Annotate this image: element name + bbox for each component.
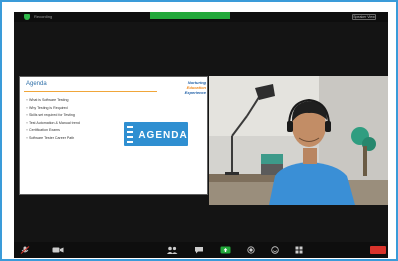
agenda-item: » Test Automation & Manual trend xyxy=(26,120,80,125)
meeting-top-bar: Recording Speaker View xyxy=(14,12,388,22)
agenda-clipboard-graphic: AGENDA xyxy=(124,122,188,146)
agenda-item: » What is Software Testing xyxy=(26,98,69,102)
agenda-item: » Software Tester Career Path xyxy=(26,135,75,140)
share-screen-icon[interactable] xyxy=(220,246,231,254)
apps-icon[interactable] xyxy=(294,246,304,254)
slide-logo: Nurturing Education Experience xyxy=(166,80,206,98)
recording-label: Recording xyxy=(34,14,53,19)
record-icon[interactable] xyxy=(246,246,256,254)
agenda-list: » What is Software Testing » Why Testing… xyxy=(26,97,80,142)
reactions-icon[interactable] xyxy=(270,246,280,254)
speaker-view-button[interactable]: Speaker View xyxy=(352,14,376,20)
microphone-icon[interactable] xyxy=(20,246,30,254)
agenda-item: » Certification Exams xyxy=(26,128,60,132)
video-camera-icon[interactable] xyxy=(52,246,64,254)
article-frame: Recording Speaker View Agenda Nurturing … xyxy=(0,0,398,261)
agenda-item: » Skills set required for Testing xyxy=(26,113,75,117)
zoom-meeting-window: Recording Speaker View Agenda Nurturing … xyxy=(14,12,388,258)
agenda-card-text: AGENDA xyxy=(138,130,187,141)
agenda-item: » Why Testing is Required xyxy=(26,105,68,110)
meeting-controls-bar xyxy=(14,242,388,258)
speaker-video-feed[interactable] xyxy=(209,76,388,205)
security-shield-icon[interactable] xyxy=(24,14,30,20)
sharing-banner[interactable] xyxy=(150,12,230,19)
slide-title: Agenda xyxy=(26,81,47,87)
shared-slide: Agenda Nurturing Education Experience » … xyxy=(19,76,208,195)
title-underline xyxy=(24,91,157,92)
logo-line-3: Experience xyxy=(184,90,206,95)
participants-icon[interactable] xyxy=(166,246,178,254)
end-meeting-button[interactable] xyxy=(370,246,386,254)
chat-icon[interactable] xyxy=(194,246,204,254)
